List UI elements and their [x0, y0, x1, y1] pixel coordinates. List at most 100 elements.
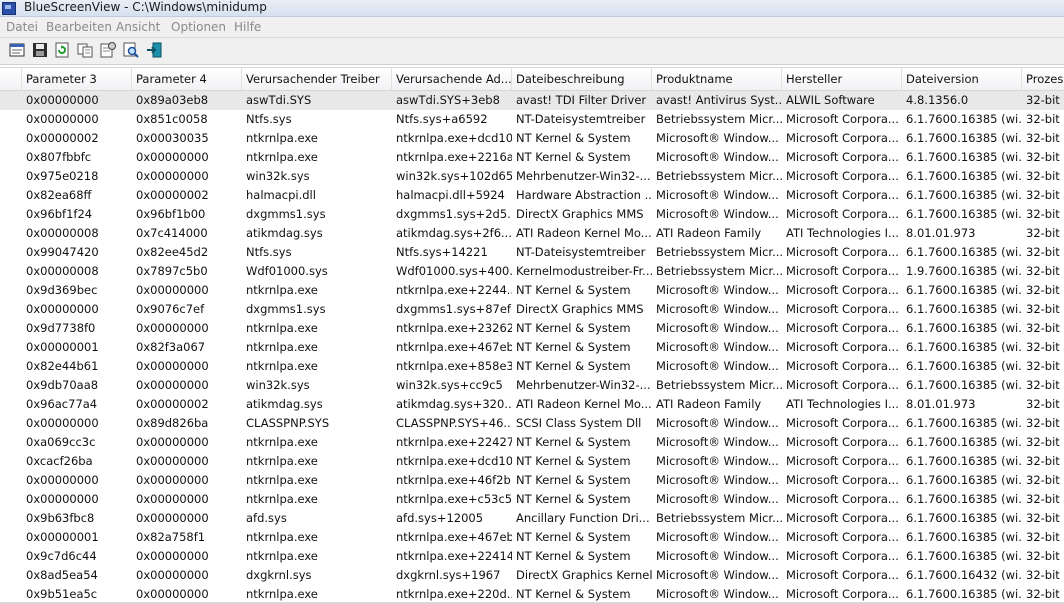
cell-parameter-3: 0x9db70aa8 — [26, 378, 99, 392]
table-row[interactable]: 0x9d369bec 0x00000000 ntkrnlpa.exe ntkrnlpa… — [0, 281, 1064, 300]
cell-product-name: Microsoft® Window... — [656, 530, 779, 544]
find-icon[interactable] — [122, 41, 140, 59]
cell-product-name: Microsoft® Window... — [656, 568, 779, 582]
table-row[interactable]: 0x82e44b61 0x00000000 ntkrnlpa.exe ntkrnlpa… — [0, 357, 1064, 376]
menu-hilfe[interactable]: Hilfe — [234, 19, 261, 35]
cell-processor: 32-bit — [1026, 530, 1060, 544]
cell-company: Microsoft Corpora... — [786, 416, 899, 430]
table-row[interactable]: 0x8ad5ea54 0x00000000 dxgkrnl.sys dxgkrnl.s… — [0, 566, 1064, 585]
cell-processor: 32-bit — [1026, 416, 1060, 430]
cell-causing-driver: aswTdi.SYS — [246, 93, 312, 107]
save-icon[interactable] — [31, 41, 49, 59]
table-row[interactable]: 0x00000000 0x89d826ba CLASSPNP.SYS CLASSPNP… — [0, 414, 1064, 433]
cell-causing-address: CLASSPNP.SYS+46... — [396, 416, 512, 430]
cell-parameter-4: 0x00000000 — [136, 492, 209, 506]
copy-icon[interactable] — [76, 41, 94, 59]
cell-company: Microsoft Corpora... — [786, 435, 899, 449]
table-row[interactable]: 0x00000000 0x00000000 ntkrnlpa.exe ntkrnlpa… — [0, 490, 1064, 509]
cell-product-name: Microsoft® Window... — [656, 207, 779, 221]
cell-causing-driver: ntkrnlpa.exe — [246, 530, 318, 544]
cell-processor: 32-bit — [1026, 302, 1060, 316]
column-header-file-description[interactable]: Dateibeschreibung — [512, 68, 652, 90]
table-row[interactable]: 0x9db70aa8 0x00000000 win32k.sys win32k.sys… — [0, 376, 1064, 395]
table-row[interactable]: 0x00000001 0x82a758f1 ntkrnlpa.exe ntkrnlpa… — [0, 528, 1064, 547]
table-row[interactable]: 0x00000000 0x89a03eb8 aswTdi.SYS aswTdi.SYS… — [0, 91, 1064, 110]
cell-company: Microsoft Corpora... — [786, 454, 899, 468]
cell-parameter-4: 0x00000000 — [136, 549, 209, 563]
cell-file-version: 6.1.7600.16385 (wi... — [906, 188, 1022, 202]
cell-processor: 32-bit — [1026, 454, 1060, 468]
exit-icon[interactable] — [145, 41, 163, 59]
table-row[interactable]: 0x00000000 0x851c0058 Ntfs.sys Ntfs.sys+a65… — [0, 110, 1064, 129]
crash-details-table[interactable]: Parameter 3 Parameter 4 Verursachender T… — [0, 65, 1064, 604]
table-row[interactable]: 0x00000001 0x82f3a067 ntkrnlpa.exe ntkrnlpa… — [0, 338, 1064, 357]
cell-product-name: avast! Antivirus Syst... — [656, 93, 782, 107]
menu-datei[interactable]: Datei — [6, 19, 38, 35]
table-row[interactable]: 0x99047420 0x82ee45d2 Ntfs.sys Ntfs.sys+142… — [0, 243, 1064, 262]
column-header-causing-address[interactable]: Verursachende Ad... — [392, 68, 512, 90]
cell-file-description: NT-Dateisystemtreiber — [516, 112, 646, 126]
table-row[interactable]: 0x9d7738f0 0x00000000 ntkrnlpa.exe ntkrnlpa… — [0, 319, 1064, 338]
column-header-parameter-3[interactable]: Parameter 3 — [22, 68, 132, 90]
column-header-file-version[interactable]: Dateiversion — [902, 68, 1022, 90]
menu-ansicht[interactable]: Ansicht — [116, 19, 160, 35]
table-row[interactable]: 0xa069cc3c 0x00000000 ntkrnlpa.exe ntkrnlpa… — [0, 433, 1064, 452]
table-row[interactable]: 0x82ea68ff 0x00000002 halmacpi.dll halmacpi… — [0, 186, 1064, 205]
table-row[interactable]: 0x807fbbfc 0x00000000 ntkrnlpa.exe ntkrnlpa… — [0, 148, 1064, 167]
cell-causing-address: ntkrnlpa.exe+467eb — [396, 340, 512, 354]
cell-causing-driver: ntkrnlpa.exe — [246, 283, 318, 297]
cell-causing-address: Wdf01000.sys+400... — [396, 264, 512, 278]
cell-causing-address: ntkrnlpa.exe+46f2b — [396, 473, 511, 487]
menu-bearbeiten[interactable]: Bearbeiten — [46, 19, 112, 35]
table-row[interactable]: 0x00000000 0x9076c7ef dxgmms1.sys dxgmms1.s… — [0, 300, 1064, 319]
table-row[interactable]: 0xcacf26ba 0x00000000 ntkrnlpa.exe ntkrnlpa… — [0, 452, 1064, 471]
column-header-causing-driver[interactable]: Verursachender Treiber — [242, 68, 392, 90]
cell-parameter-3: 0x9d7738f0 — [26, 321, 96, 335]
cell-parameter-4: 0x00000000 — [136, 454, 209, 468]
column-header-parameter-4[interactable]: Parameter 4 — [132, 68, 242, 90]
cell-causing-address: ntkrnlpa.exe+2244... — [396, 283, 512, 297]
cell-parameter-4: 0x00000000 — [136, 321, 209, 335]
cell-parameter-4: 0x00000000 — [136, 568, 209, 582]
table-row[interactable]: 0x9b63fbc8 0x00000000 afd.sys afd.sys+12005… — [0, 509, 1064, 528]
cell-causing-address: ntkrnlpa.exe+dcd10 — [396, 131, 512, 145]
table-row[interactable]: 0x00000008 0x7c414000 atikmdag.sys atikmdag… — [0, 224, 1064, 243]
table-row[interactable]: 0x00000002 0x00030035 ntkrnlpa.exe ntkrnlpa… — [0, 129, 1064, 148]
table-row[interactable]: 0x9c7d6c44 0x00000000 ntkrnlpa.exe ntkrnlpa… — [0, 547, 1064, 566]
cell-file-version: 8.01.01.973 — [906, 226, 976, 240]
menu-optionen[interactable]: Optionen — [171, 19, 226, 35]
cell-company: Microsoft Corpora... — [786, 131, 899, 145]
window-title: BlueScreenView - C:\Windows\minidump — [24, 0, 267, 14]
properties-icon[interactable] — [99, 41, 117, 59]
cell-causing-address: ntkrnlpa.exe+232628 — [396, 321, 512, 335]
cell-file-version: 6.1.7600.16385 (wi... — [906, 169, 1022, 183]
cell-causing-address: aswTdi.SYS+3eb8 — [396, 93, 500, 107]
table-row[interactable]: 0x00000008 0x7897c5b0 Wdf01000.sys Wdf01000… — [0, 262, 1064, 281]
column-header-company[interactable]: Hersteller — [782, 68, 902, 90]
cell-causing-address: atikmdag.sys+2f6... — [396, 226, 512, 240]
cell-file-description: NT Kernel & System — [516, 454, 631, 468]
column-header-processor[interactable]: Prozess — [1022, 68, 1064, 90]
cell-causing-driver: atikmdag.sys — [246, 397, 323, 411]
refresh-icon[interactable] — [53, 41, 71, 59]
cell-product-name: Microsoft® Window... — [656, 188, 779, 202]
table-row[interactable]: 0x96bf1f24 0x96bf1b00 dxgmms1.sys dxgmms1.s… — [0, 205, 1064, 224]
table-row[interactable]: 0x96ac77a4 0x00000002 atikmdag.sys atikmdag… — [0, 395, 1064, 414]
cell-parameter-3: 0x9c7d6c44 — [26, 549, 97, 563]
cell-product-name: Betriebssystem Micr... — [656, 245, 782, 259]
table-row[interactable]: 0x00000000 0x00000000 ntkrnlpa.exe ntkrnlpa… — [0, 471, 1064, 490]
cell-causing-address: win32k.sys+cc9c5 — [396, 378, 503, 392]
cell-file-description: NT Kernel & System — [516, 492, 631, 506]
column-header-product-name[interactable]: Produktname — [652, 68, 782, 90]
properties-window-icon[interactable] — [8, 41, 26, 59]
cell-parameter-3: 0x82e44b61 — [26, 359, 99, 373]
cell-company: Microsoft Corpora... — [786, 359, 899, 373]
cell-file-version: 6.1.7600.16385 (wi... — [906, 207, 1022, 221]
table-row[interactable]: 0x975e0218 0x00000000 win32k.sys win32k.sys… — [0, 167, 1064, 186]
cell-causing-driver: Ntfs.sys — [246, 112, 292, 126]
cell-parameter-4: 0x00000000 — [136, 283, 209, 297]
cell-product-name: Microsoft® Window... — [656, 340, 779, 354]
cell-processor: 32-bit — [1026, 340, 1060, 354]
cell-parameter-3: 0x00000000 — [26, 93, 99, 107]
cell-causing-driver: ntkrnlpa.exe — [246, 473, 318, 487]
